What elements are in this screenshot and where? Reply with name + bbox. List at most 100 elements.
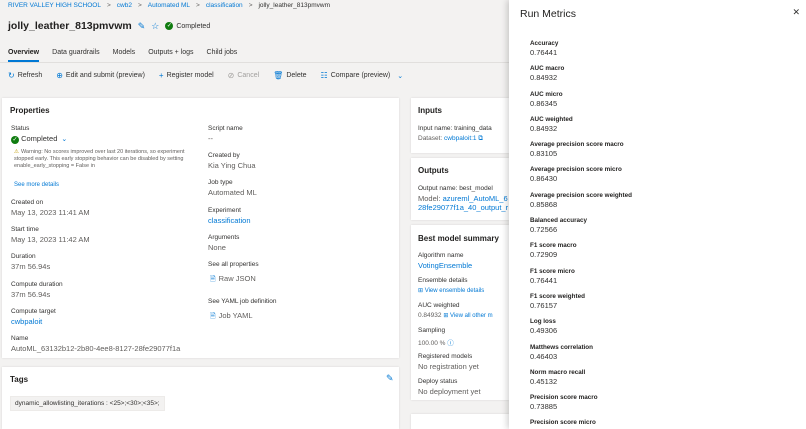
- duration-label: Duration: [11, 253, 36, 260]
- ensemble-field: Ensemble details ⊞ View ensemble details: [418, 277, 484, 294]
- metric-item: Average precision score micro 0.86430: [530, 166, 632, 191]
- see-more-details[interactable]: See more details: [14, 181, 59, 188]
- sampling-value: 100.00 %: [418, 340, 446, 347]
- view-all-metrics-button[interactable]: ⊞ View all other m: [443, 313, 492, 319]
- see-yaml-field: See YAML job definition 🗎 Job YAML: [208, 298, 277, 323]
- experiment-link[interactable]: classification: [208, 216, 251, 225]
- deploy-value: No deployment yet: [418, 387, 481, 396]
- see-all-properties-field: See all properties 🗎 Raw JSON: [208, 261, 259, 286]
- auc-label: AUC weighted: [418, 302, 460, 309]
- tab-outputs-logs[interactable]: Outputs + logs: [148, 49, 193, 62]
- chevron-down-icon: ⌄: [397, 72, 404, 80]
- job-yaml-button[interactable]: 🗎 Job YAML: [210, 311, 277, 323]
- status-text: Completed: [176, 22, 211, 30]
- metric-item: Precision score micro: [530, 419, 632, 429]
- metric-value: 0.72909: [530, 250, 558, 260]
- edit-submit-icon: ⊕: [56, 71, 63, 80]
- duration-value: 37m 56.94s: [11, 262, 51, 271]
- tab-models[interactable]: Models: [113, 49, 136, 62]
- metric-value: 0.76441: [530, 48, 558, 57]
- metric-value: 0.85868: [530, 199, 558, 209]
- see-more-details-link[interactable]: See more details: [14, 182, 59, 188]
- metric-item: AUC micro 0.86345: [530, 91, 632, 116]
- chevron-down-icon[interactable]: ⌄: [61, 136, 67, 143]
- edit-submit-button[interactable]: ⊕ Edit and submit (preview): [56, 71, 145, 80]
- experiment-label: Experiment: [208, 207, 241, 214]
- view-ensemble-button[interactable]: ⊞ View ensemble details: [418, 287, 484, 294]
- created-on-label: Created on: [11, 199, 44, 206]
- favorite-star-icon[interactable]: ☆: [151, 21, 159, 32]
- document-icon: 🗎: [210, 313, 216, 320]
- metric-name: Average precision score macro: [530, 141, 624, 149]
- tab-bar: Overview Data guardrails Models Outputs …: [8, 49, 237, 62]
- job-header: jolly_leather_813pmvwm ✎ ☆ ✓ Completed: [8, 20, 210, 32]
- delete-button[interactable]: 🗑 Delete: [273, 71, 306, 80]
- breadcrumb-classification[interactable]: classification: [206, 2, 243, 9]
- tab-data-guardrails[interactable]: Data guardrails: [52, 49, 99, 62]
- start-time-label: Start time: [11, 226, 39, 233]
- metric-value: 0.86345: [530, 98, 558, 108]
- metric-value: 0.86430: [530, 174, 558, 184]
- breadcrumb-cwb2[interactable]: cwb2: [117, 2, 132, 9]
- metric-name: F1 score macro: [530, 242, 577, 250]
- metric-item: Precision score macro 0.73885: [530, 394, 632, 419]
- sampling-label: Sampling: [418, 327, 446, 334]
- deploy-label: Deploy status: [418, 378, 458, 385]
- name-field: Name AutoML_63132b12-2b80-4ee8-8127-28fe…: [11, 335, 180, 353]
- start-time-field: Start time May 13, 2023 11:42 AM: [11, 226, 90, 244]
- metric-item: Average precision score macro 0.83105: [530, 141, 632, 166]
- panel-title: Run Metrics: [520, 8, 577, 20]
- view-all-metrics-label: View all other m: [450, 313, 493, 319]
- raw-json-button[interactable]: 🗎 Raw JSON: [210, 274, 259, 286]
- info-icon[interactable]: ⓘ: [447, 340, 454, 347]
- status-value[interactable]: ✓ Completed ⌄: [11, 134, 67, 144]
- dataset-link[interactable]: cwbpaloit:1: [444, 135, 477, 142]
- auc-value: 0.84932: [418, 312, 442, 319]
- page-title: jolly_leather_813pmvwm: [8, 20, 132, 32]
- model-link-continued[interactable]: 28fe29077f1a_40_output_r: [418, 203, 508, 212]
- created-by-value: Kia Ying Chua: [208, 161, 256, 170]
- job-yaml-label: Job YAML: [218, 311, 253, 320]
- close-icon[interactable]: ✕: [792, 7, 800, 18]
- dataset-label: Dataset:: [418, 135, 443, 142]
- breadcrumb: RIVER VALLEY HIGH SCHOOL > cwb2 > Automated …: [8, 2, 330, 9]
- sampling-field: Sampling 100.00 % ⓘ: [418, 327, 454, 347]
- breadcrumb-workspace[interactable]: RIVER VALLEY HIGH SCHOOL: [8, 2, 101, 9]
- metric-value: 0.84932: [530, 123, 558, 133]
- refresh-button[interactable]: ↻ Refresh: [8, 71, 42, 80]
- model-link[interactable]: azureml_AutoML_6: [443, 194, 508, 203]
- trash-icon: 🗑: [273, 71, 284, 80]
- duration-field: Duration 37m 56.94s: [11, 253, 50, 271]
- status-label: Status: [11, 125, 30, 132]
- input-name: Input name: training_data: [418, 125, 492, 132]
- algorithm-link[interactable]: VotingEnsemble: [418, 261, 472, 270]
- arguments-label: Arguments: [208, 234, 240, 241]
- external-link-icon[interactable]: ⧉: [478, 135, 483, 142]
- see-all-properties-label: See all properties: [208, 261, 259, 268]
- tab-overview[interactable]: Overview: [8, 49, 40, 62]
- model-row: Model: azureml_AutoML_6: [418, 194, 508, 203]
- name-label: Name: [11, 335, 29, 342]
- refresh-label: Refresh: [17, 72, 43, 79]
- edit-pencil-icon[interactable]: ✎: [138, 21, 146, 32]
- status-value-text: Completed: [21, 134, 58, 143]
- arguments-value: None: [208, 243, 226, 252]
- input-name-field: Input name: training_data Dataset: cwbpa…: [418, 125, 492, 143]
- created-by-field: Created by Kia Ying Chua: [208, 152, 256, 170]
- register-model-button[interactable]: + Register model: [159, 71, 214, 80]
- created-by-label: Created by: [208, 152, 240, 159]
- metric-name: AUC micro: [530, 90, 563, 98]
- tab-child-jobs[interactable]: Child jobs: [207, 49, 238, 62]
- metric-value: 0.76157: [530, 300, 558, 310]
- tags-title: Tags: [10, 375, 29, 384]
- cancel-button[interactable]: ⊘ Cancel: [228, 71, 260, 80]
- compare-button[interactable]: ☷ Compare (preview) ⌄: [321, 71, 404, 80]
- compute-target-link[interactable]: cwbpaloit: [11, 317, 56, 326]
- outputs-title: Outputs: [418, 166, 449, 175]
- raw-json-label: Raw JSON: [218, 274, 256, 283]
- edit-tags-icon[interactable]: ✎: [386, 373, 394, 384]
- metric-item: Balanced accuracy 0.72566: [530, 217, 632, 242]
- register-model-label: Register model: [166, 72, 214, 79]
- job-type-field: Job type Automated ML: [208, 179, 257, 197]
- breadcrumb-automated-ml[interactable]: Automated ML: [148, 2, 190, 9]
